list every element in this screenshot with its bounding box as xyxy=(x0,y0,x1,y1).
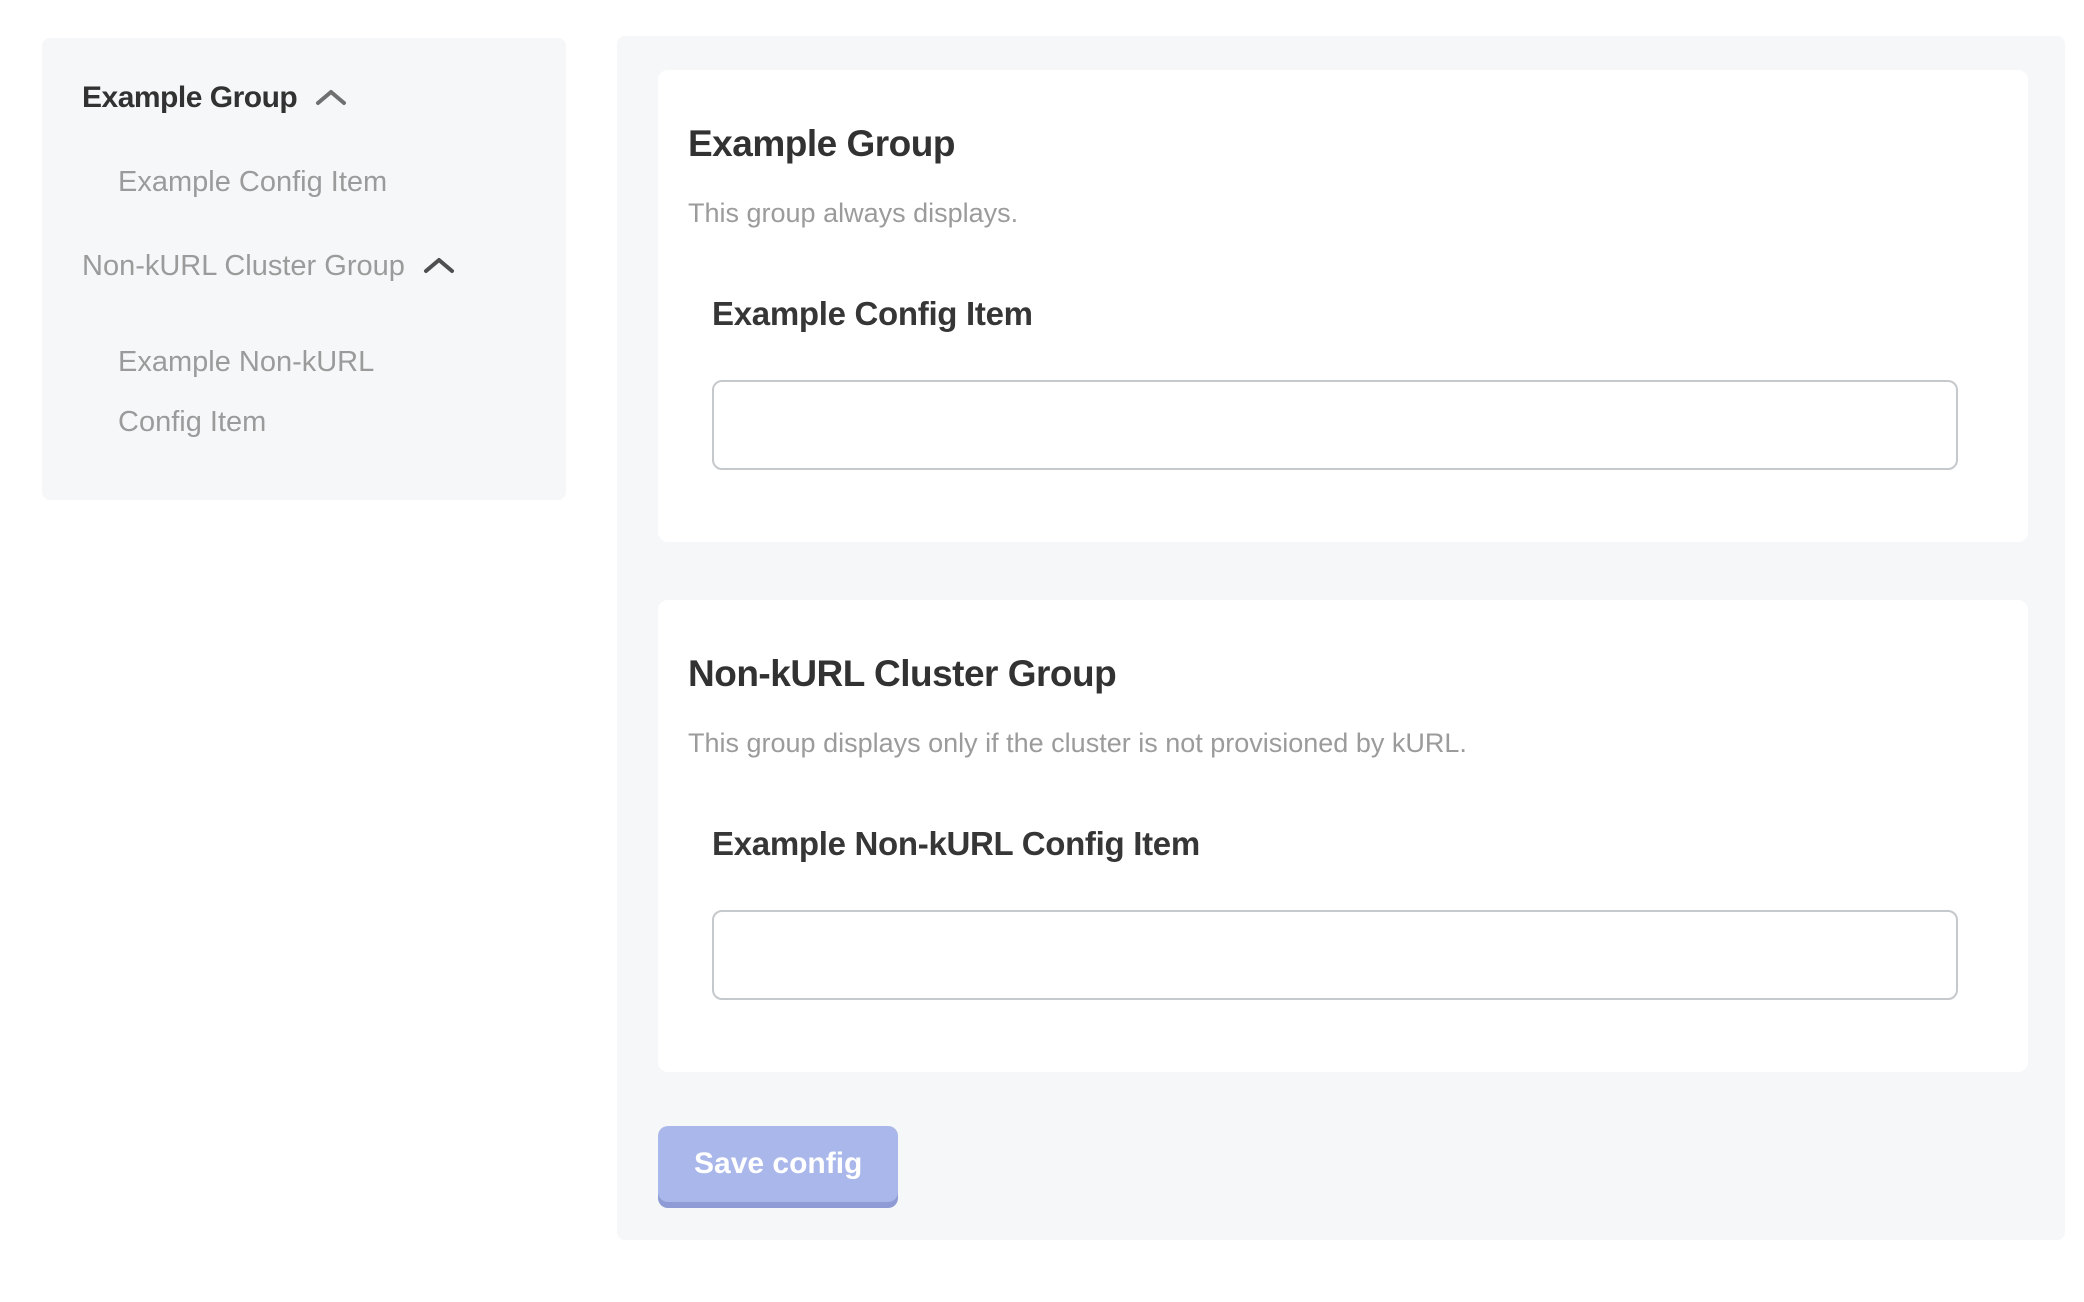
group-description: This group always displays. xyxy=(688,196,1958,230)
sidebar-item-example-config-item[interactable]: Example Config Item xyxy=(118,164,418,200)
sidebar-group-non-kurl-cluster-group[interactable]: Non-kURL Cluster Group xyxy=(82,248,526,284)
config-item: Example Non-kURL Config Item xyxy=(712,824,1958,1000)
sidebar-group-label: Example Group xyxy=(82,80,297,116)
config-item-input-example-config-item[interactable] xyxy=(712,380,1958,470)
sidebar-item-example-non-kurl-config-item[interactable]: Example Non-kURL Config Item xyxy=(118,332,418,452)
config-item: Example Config Item xyxy=(712,294,1958,470)
config-nav-sidebar: Example Group Example Config Item Non-kU… xyxy=(42,38,566,500)
chevron-up-icon xyxy=(423,256,455,276)
config-content-area: Example Group This group always displays… xyxy=(617,36,2065,1240)
config-item-label: Example Non-kURL Config Item xyxy=(712,824,1958,864)
save-config-button[interactable]: Save config xyxy=(658,1126,898,1202)
config-item-label: Example Config Item xyxy=(712,294,1958,334)
group-title: Example Group xyxy=(688,122,1958,166)
chevron-up-icon xyxy=(315,88,347,108)
config-item-input-example-non-kurl-config-item[interactable] xyxy=(712,910,1958,1000)
group-description: This group displays only if the cluster … xyxy=(688,726,1958,760)
sidebar-group-label: Non-kURL Cluster Group xyxy=(82,248,405,284)
config-group-card-non-kurl-cluster-group: Non-kURL Cluster Group This group displa… xyxy=(658,600,2028,1072)
group-title: Non-kURL Cluster Group xyxy=(688,652,1958,696)
config-group-card-example-group: Example Group This group always displays… xyxy=(658,70,2028,542)
sidebar-group-example-group[interactable]: Example Group xyxy=(82,80,526,116)
